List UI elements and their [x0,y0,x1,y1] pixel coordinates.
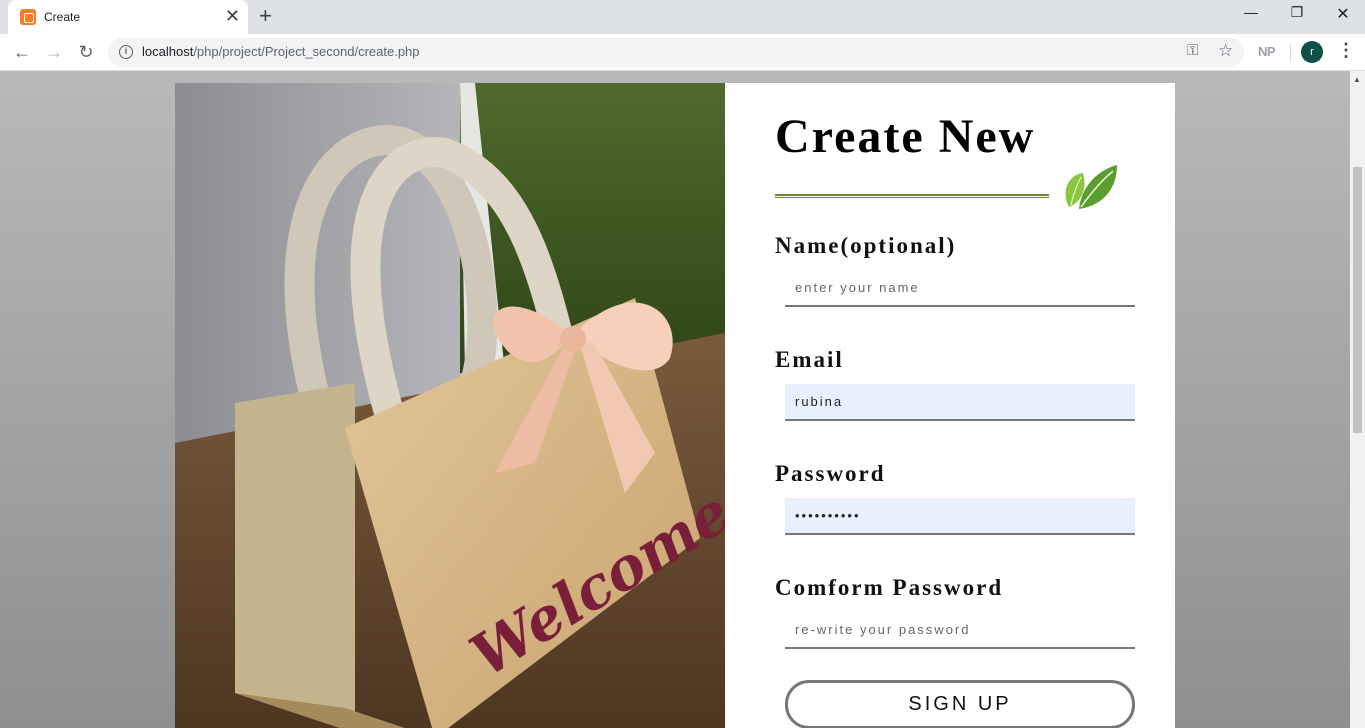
browser-toolbar: ← → ↻ i localhost/php/project/Project_se… [0,34,1365,71]
confirm-password-label: Comform Password [775,575,1004,600]
close-tab-icon[interactable]: ✕ [225,6,240,26]
menu-dots-icon[interactable]: ⋮ [1337,40,1355,61]
tab-title: Create [44,10,81,24]
password-input[interactable] [785,498,1135,535]
name-input[interactable] [785,270,1135,307]
xampp-icon [20,9,36,25]
page-viewport: Welcome Create New Name(optional) Email … [0,71,1350,728]
minimize-button[interactable]: — [1228,4,1274,20]
back-arrow-icon[interactable]: ← [10,40,34,64]
password-label: Password [775,461,886,486]
name-label: Name(optional) [775,233,957,258]
bag-photo-illustration: Welcome [175,83,725,728]
address-bar[interactable]: i localhost/php/project/Project_second/c… [108,38,1244,67]
reload-icon[interactable]: ↻ [74,40,98,64]
toolbar-divider [1290,44,1291,62]
title-divider [775,194,1049,198]
forward-arrow-icon[interactable]: → [42,40,66,64]
sign-up-button[interactable]: SIGN UP [785,680,1135,728]
bag-photo: Welcome [175,83,725,728]
url-path: /php/project/Project_second/create.php [193,44,420,59]
email-label: Email [775,347,844,372]
profile-avatar[interactable]: r [1301,41,1323,63]
signup-form: Create New Name(optional) Email Password… [725,83,1175,728]
page-scrollbar[interactable]: ▲ [1350,71,1365,728]
star-icon[interactable]: ☆ [1218,41,1233,61]
confirm-password-input[interactable] [785,612,1135,649]
extension-np-icon[interactable]: NP [1258,44,1276,59]
scroll-up-arrow-icon[interactable]: ▲ [1353,75,1361,84]
leaf-icon [1065,165,1117,209]
page-title: Create New [775,110,1036,163]
signup-card: Welcome Create New Name(optional) Email … [175,83,1175,728]
url-text[interactable]: localhost/php/project/Project_second/cre… [142,44,420,59]
key-icon[interactable]: ⚿ [1187,42,1198,59]
browser-tab[interactable]: Create ✕ [8,0,248,34]
url-host: localhost [142,44,194,59]
restore-button[interactable]: ❐ [1274,4,1320,21]
new-tab-button[interactable]: + [259,4,272,28]
scroll-thumb[interactable] [1353,167,1362,433]
tab-strip: Create ✕ + — ❐ ✕ [0,0,1365,34]
close-window-button[interactable]: ✕ [1320,4,1365,24]
email-input[interactable] [785,384,1135,421]
info-icon[interactable]: i [119,45,133,59]
